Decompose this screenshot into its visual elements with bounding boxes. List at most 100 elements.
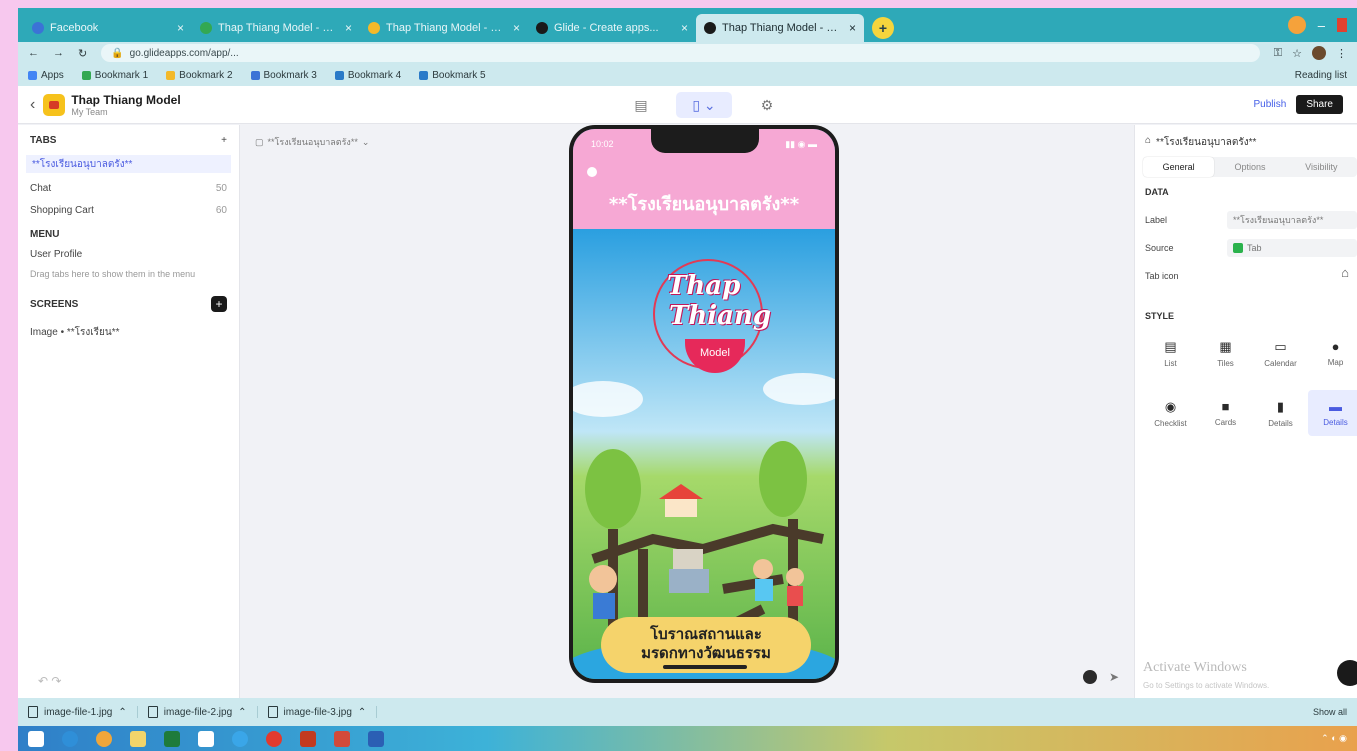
style-section-title: STYLE [1145, 311, 1175, 321]
bookmark-label: Apps [41, 69, 64, 81]
style-details-selected[interactable]: ▬ Details [1308, 390, 1357, 436]
phone-app-icon[interactable] [587, 167, 597, 177]
settings-view-button[interactable]: ⚙ [754, 92, 780, 118]
close-window-icon[interactable] [1337, 18, 1347, 32]
menu-item[interactable]: User Profile [30, 245, 227, 263]
bookmark-icon [81, 70, 91, 80]
share-button[interactable]: Share [1296, 95, 1343, 114]
cursor-icon[interactable]: ➤ [1109, 670, 1119, 684]
record-icon[interactable] [1082, 670, 1097, 684]
app-title: Thap Thiang Model [71, 92, 181, 107]
style-details[interactable]: ▮ Details [1253, 390, 1308, 436]
left-panel: TABS + **โรงเรียนอนุบาลตรัง** Chat 50 Sh… [18, 125, 240, 698]
browser-tab-active[interactable]: Thap Thiang Model - Glide × [696, 14, 864, 42]
notepad-icon[interactable] [198, 730, 214, 747]
add-screen-button[interactable]: + [211, 296, 227, 312]
bookmark[interactable]: Bookmark 4 [334, 70, 401, 81]
help-chat-button[interactable] [1337, 660, 1357, 686]
style-cards[interactable]: ■ Cards [1198, 390, 1253, 436]
bookmark-label: Bookmark 2 [179, 69, 233, 81]
chevron-up-icon[interactable]: ⌃ [118, 707, 126, 718]
label-field-key: Label [1145, 215, 1168, 225]
bookmark[interactable]: Bookmark 2 [166, 69, 233, 81]
tab-visibility[interactable]: Visibility [1286, 157, 1357, 177]
download-item[interactable]: image-file-1.jpg ⌃ [28, 706, 138, 718]
excel-icon[interactable] [164, 730, 180, 747]
bookmark[interactable]: Apps [28, 70, 64, 81]
reload-icon[interactable]: ↻ [78, 47, 87, 60]
style-calendar[interactable]: ▭ Calendar [1253, 330, 1308, 376]
windows-start-icon[interactable] [28, 730, 44, 747]
key-icon[interactable]: ⚿ [1274, 47, 1282, 60]
source-select[interactable]: Tab [1227, 239, 1357, 257]
style-list[interactable]: ▤ List [1143, 330, 1198, 376]
bookmark[interactable]: Bookmark 5 [419, 70, 486, 81]
lock-icon: 🔒 [111, 47, 124, 59]
publish-button[interactable]: Publish [1254, 99, 1287, 110]
chrome-icon[interactable] [266, 730, 282, 747]
browser-tab[interactable]: Thap Thiang Model - Google Drive × [192, 14, 360, 42]
label-field[interactable]: **โรงเรียนอนุบาลตรัง** [1227, 211, 1357, 229]
home-icon[interactable]: ⌂ [1341, 265, 1349, 280]
tab-options[interactable]: Options [1214, 157, 1285, 177]
download-item[interactable]: image-file-3.jpg ⌃ [267, 706, 378, 718]
url-field[interactable]: 🔒 go.glideapps.com/app/... [101, 44, 1260, 62]
forward-arrow-icon[interactable]: → [53, 47, 64, 59]
address-bar-actions: ⚿ ☆ ⋮ [1274, 46, 1347, 60]
close-icon[interactable]: × [513, 21, 520, 35]
edge-icon[interactable] [62, 730, 78, 747]
chevron-left-icon[interactable]: ‹ [30, 96, 35, 114]
close-icon[interactable]: × [849, 21, 856, 35]
style-tiles[interactable]: ▦ Tiles [1198, 330, 1253, 376]
screen-selector[interactable]: ▢ **โรงเรียนอนุบาลตรัง** ⌄ [255, 135, 369, 149]
menu-dots-icon[interactable]: ⋮ [1336, 47, 1347, 60]
section-title: SCREENS [30, 298, 79, 310]
reading-list[interactable]: Reading list [1295, 70, 1347, 81]
bookmark[interactable]: Bookmark 1 [81, 70, 148, 81]
data-view-button[interactable]: ▤ [628, 92, 654, 118]
back-arrow-icon[interactable]: ← [28, 47, 39, 59]
star-icon[interactable]: ☆ [1292, 47, 1302, 60]
browser-icon[interactable] [96, 730, 112, 747]
undo-redo-icon[interactable]: ↶ ↷ [38, 674, 61, 688]
tab-item[interactable]: Shopping Cart 60 [30, 201, 227, 219]
tab-item[interactable]: Chat 50 [30, 179, 227, 197]
source-field-key: Source [1145, 243, 1174, 253]
show-all-downloads[interactable]: Show all [1313, 707, 1347, 717]
signal-battery-icon: ▮▮ ◉ ▬ [785, 138, 817, 149]
glide-favicon-icon [536, 22, 548, 34]
style-checklist[interactable]: ◉ Checklist [1143, 390, 1198, 436]
chevron-up-icon[interactable]: ⌃ [358, 707, 366, 718]
tab-item-selected[interactable]: **โรงเรียนอนุบาลตรัง** [26, 155, 231, 173]
word-icon[interactable] [368, 730, 384, 747]
screen-item[interactable]: Image • **โรงเรียน** [30, 323, 227, 341]
minimize-icon[interactable]: – [1318, 18, 1325, 33]
close-icon[interactable]: × [345, 21, 352, 35]
app-icon[interactable] [334, 730, 350, 747]
style-map[interactable]: ● Map [1308, 330, 1357, 376]
browser-tab[interactable]: Thap Thiang Model - Google Slides × [360, 14, 528, 42]
close-icon[interactable]: × [177, 21, 184, 35]
browser-tab[interactable]: Facebook × [24, 14, 192, 42]
powerpoint-icon[interactable] [300, 730, 316, 747]
menu-section-header: MENU [30, 225, 227, 243]
new-tab-button[interactable]: + [872, 17, 894, 39]
app-icon[interactable] [232, 730, 248, 747]
reading-list-label: Reading list [1294, 69, 1347, 81]
plus-icon[interactable]: + [221, 135, 227, 146]
bookmark[interactable]: Bookmark 3 [250, 70, 317, 81]
close-icon[interactable]: × [681, 21, 688, 35]
avatar[interactable] [1312, 46, 1326, 60]
folder-icon[interactable] [130, 730, 146, 747]
chevron-up-icon[interactable]: ⌃ [238, 707, 246, 718]
layout-view-button[interactable]: ▯ ⌄ [676, 92, 732, 118]
download-item[interactable]: image-file-2.jpg ⌃ [147, 706, 258, 718]
profile-icon[interactable] [1287, 16, 1306, 34]
tab-bar: Facebook × Thap Thiang Model - Google Dr… [18, 8, 1357, 42]
download-label: image-file-3.jpg [283, 706, 352, 718]
browser-tab[interactable]: Glide - Create apps... × [528, 14, 696, 42]
tab-general[interactable]: General [1143, 157, 1215, 177]
style-label: Checklist [1154, 418, 1187, 428]
style-grid: ▤ List ▦ Tiles ▭ Calendar ● Map ◉ Checklist ■… [1143, 330, 1357, 436]
tray-icons[interactable]: ⌃ ◐ ◉ [1321, 733, 1347, 744]
